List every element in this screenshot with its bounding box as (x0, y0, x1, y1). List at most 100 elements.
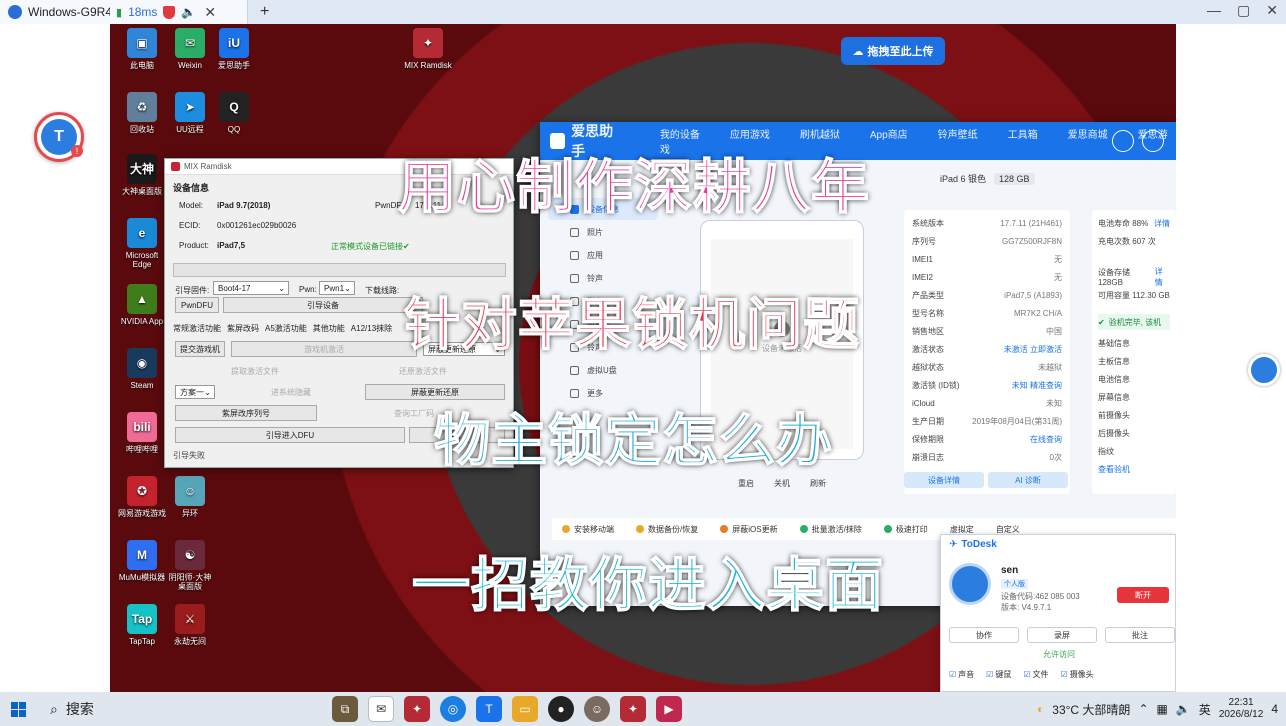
media-app-icon[interactable]: ▶ (656, 696, 682, 722)
camera-checkbox[interactable]: 摄像头 (1061, 669, 1094, 680)
desktop-icon[interactable]: Q QQ (210, 92, 258, 134)
game-activate-button[interactable]: 游戏机激活 (231, 341, 417, 357)
sidebar-item[interactable]: 虚拟U盘 (548, 359, 658, 381)
pwn-select[interactable]: Pwn1 ⌄ (319, 281, 355, 295)
todesk-icon[interactable]: T (476, 696, 502, 722)
tab-a12[interactable]: A12/13抹除 (351, 323, 392, 334)
sound-checkbox[interactable]: 声音 (949, 669, 974, 680)
refresh-button[interactable]: 刷新 (810, 478, 826, 489)
file-explorer-icon[interactable]: ▭ (512, 696, 538, 722)
clock[interactable]: 22:31 2026/8/12 (1219, 697, 1264, 721)
taskbar-search[interactable]: ⌕ 搜索 (36, 692, 202, 726)
nav-item[interactable]: 工具箱 (1008, 130, 1038, 141)
tab-other[interactable]: 其他功能 (313, 323, 345, 334)
extract-activation-button[interactable]: 提取激活文件 (175, 363, 335, 379)
info-value[interactable]: 未激活 立即激活 (1004, 344, 1062, 355)
tray-expand-icon[interactable]: ⌃ (1138, 702, 1148, 716)
desktop-icon[interactable]: ➤ UU远程 (166, 92, 214, 134)
record-button[interactable]: 录屏 (1027, 627, 1097, 643)
nav-item[interactable]: App商店 (870, 130, 908, 141)
detail-link[interactable]: 详情 (1154, 218, 1170, 229)
boot-device-button[interactable]: 引导设备 (223, 297, 423, 313)
maximize-button[interactable]: ▢ (1237, 2, 1250, 19)
desktop-icon[interactable]: bili 哔哩哔哩 (118, 412, 166, 454)
enter-dfu-button[interactable]: 引导进入DFU (175, 427, 405, 443)
info-value[interactable]: 未知 精准查询 (1012, 380, 1062, 391)
tool-item[interactable]: 安装移动端 (562, 524, 614, 535)
game-avatar-icon[interactable]: ☺ (584, 696, 610, 722)
close-tab-icon[interactable]: ✕ (204, 4, 216, 21)
desktop-icon[interactable]: ✉ Weixin (166, 28, 214, 70)
pwndfu-button[interactable]: PwnDFU (175, 297, 219, 313)
purple-serial-button[interactable]: 紫屏改序列号 (175, 405, 317, 421)
download-icon[interactable] (1112, 130, 1134, 152)
device-detail-button[interactable]: 设备详情 (904, 472, 984, 488)
collab-button[interactable]: 协作 (949, 627, 1019, 643)
detail-link[interactable]: 详情 (1155, 266, 1170, 288)
mode-select[interactable]: 方案一 ⌄ (175, 385, 215, 399)
view-verify-button[interactable]: 查看验机 (1098, 460, 1170, 478)
task-view-icon[interactable]: ⧉ (332, 696, 358, 722)
restore-activation-button[interactable]: 还原激活文件 (341, 363, 505, 379)
boot-select[interactable]: Boot4-17 ⌄ (213, 281, 289, 295)
desktop-icon[interactable]: ☺ 异环 (166, 476, 214, 518)
desktop-icon[interactable]: ▲ NVIDIA App (118, 284, 166, 326)
disconnect-button[interactable]: 断开 (1117, 587, 1169, 603)
desktop-icon[interactable]: Tap TapTap (118, 604, 166, 646)
submit-game-button[interactable]: 提交游戏机 (175, 341, 225, 357)
sidebar-item[interactable]: 应用 (548, 244, 658, 266)
nav-item[interactable]: 爱思商城 (1068, 130, 1108, 141)
keyboard-mouse-checkbox[interactable]: 键鼠 (986, 669, 1011, 680)
minimize-button[interactable]: — (1207, 2, 1221, 19)
start-button[interactable] (0, 692, 36, 726)
desktop-icon[interactable]: ☯ 阴阳师·大神桌面版 (166, 540, 214, 591)
side-float-button[interactable] (1248, 354, 1280, 386)
tool-item[interactable]: 自定义 (996, 524, 1020, 535)
close-window-button[interactable]: ✕ (1266, 2, 1278, 19)
desktop-icon[interactable]: M MuMu模拟器 (118, 540, 166, 582)
tool-item[interactable]: 虚拟定 (950, 524, 974, 535)
desktop-icon[interactable]: ♻ 回收站 (118, 92, 166, 134)
desktop-icon[interactable]: iU 爱思助手 (210, 28, 258, 70)
tab-a5[interactable]: A5激活功能 (265, 323, 307, 334)
shutdown-button[interactable]: 关机 (774, 478, 790, 489)
sidebar-item[interactable]: 照片 (548, 221, 658, 243)
file-checkbox[interactable]: 文件 (1023, 669, 1049, 680)
desktop-icon[interactable]: ⚔ 永劫无间 (166, 604, 214, 646)
shield-icon[interactable] (163, 5, 176, 19)
desktop-icon[interactable]: ◉ Steam (118, 348, 166, 390)
tool-item[interactable]: 批量激活/抹除 (799, 524, 862, 535)
tool-item[interactable]: 数据备份/恢复 (636, 524, 698, 535)
mix-ramdisk-icon[interactable]: ✦ (620, 696, 646, 722)
uu-remote-icon[interactable]: ◎ (440, 696, 466, 722)
desktop-icon[interactable]: e Microsoft Edge (118, 218, 166, 269)
desktop-icon[interactable]: ✦ MIX Ramdisk (404, 28, 452, 70)
nav-item[interactable]: 铃声壁纸 (938, 130, 978, 141)
ai-diagnose-button[interactable]: AI 诊断 (988, 472, 1068, 488)
new-tab-button[interactable]: + (260, 3, 269, 21)
info-value[interactable]: 在线查询 (1030, 434, 1062, 445)
weather-text[interactable]: 33°C 大部晴朗 (1052, 701, 1130, 718)
desktop-icon[interactable]: ✪ 网易游戏游戏 (118, 476, 166, 518)
mail-icon[interactable]: ✉ (368, 696, 394, 722)
tool-item[interactable]: 屏蔽iOS更新 (720, 524, 778, 535)
tool-item[interactable]: 极速打印 (883, 524, 928, 535)
notification-badge[interactable]: 4 (1271, 702, 1278, 716)
desktop-icon[interactable]: ▣ 此电脑 (118, 28, 166, 70)
upload-drop-button[interactable]: ☁ 拖拽至此上传 (841, 37, 945, 65)
volume-icon[interactable]: 🔈 (181, 5, 196, 19)
tab-normal[interactable]: 常规激活功能 (173, 323, 221, 334)
restart-button[interactable]: 重启 (738, 478, 754, 489)
todesk-float-button[interactable]: T ! (34, 112, 84, 162)
hide-system-button[interactable]: 进系统隐藏 (221, 384, 361, 400)
annotate-button[interactable]: 批注 (1105, 627, 1175, 643)
network-icon[interactable]: ▦ (1157, 702, 1168, 716)
remote-tab[interactable]: Windows-G9R4... ▮ 18ms 🔈 ✕ (0, 0, 248, 24)
ime-indicator[interactable]: 英 (1199, 701, 1211, 718)
tab-purple[interactable]: 紫屏改码 (227, 323, 259, 334)
mix-ramdisk-icon[interactable]: ✦ (404, 696, 430, 722)
desktop-icon[interactable]: 大神 大神桌面版 (118, 154, 166, 196)
record-icon[interactable]: ● (548, 696, 574, 722)
account-icon[interactable] (1142, 130, 1164, 152)
volume-icon[interactable]: 🔈 (1176, 702, 1191, 716)
